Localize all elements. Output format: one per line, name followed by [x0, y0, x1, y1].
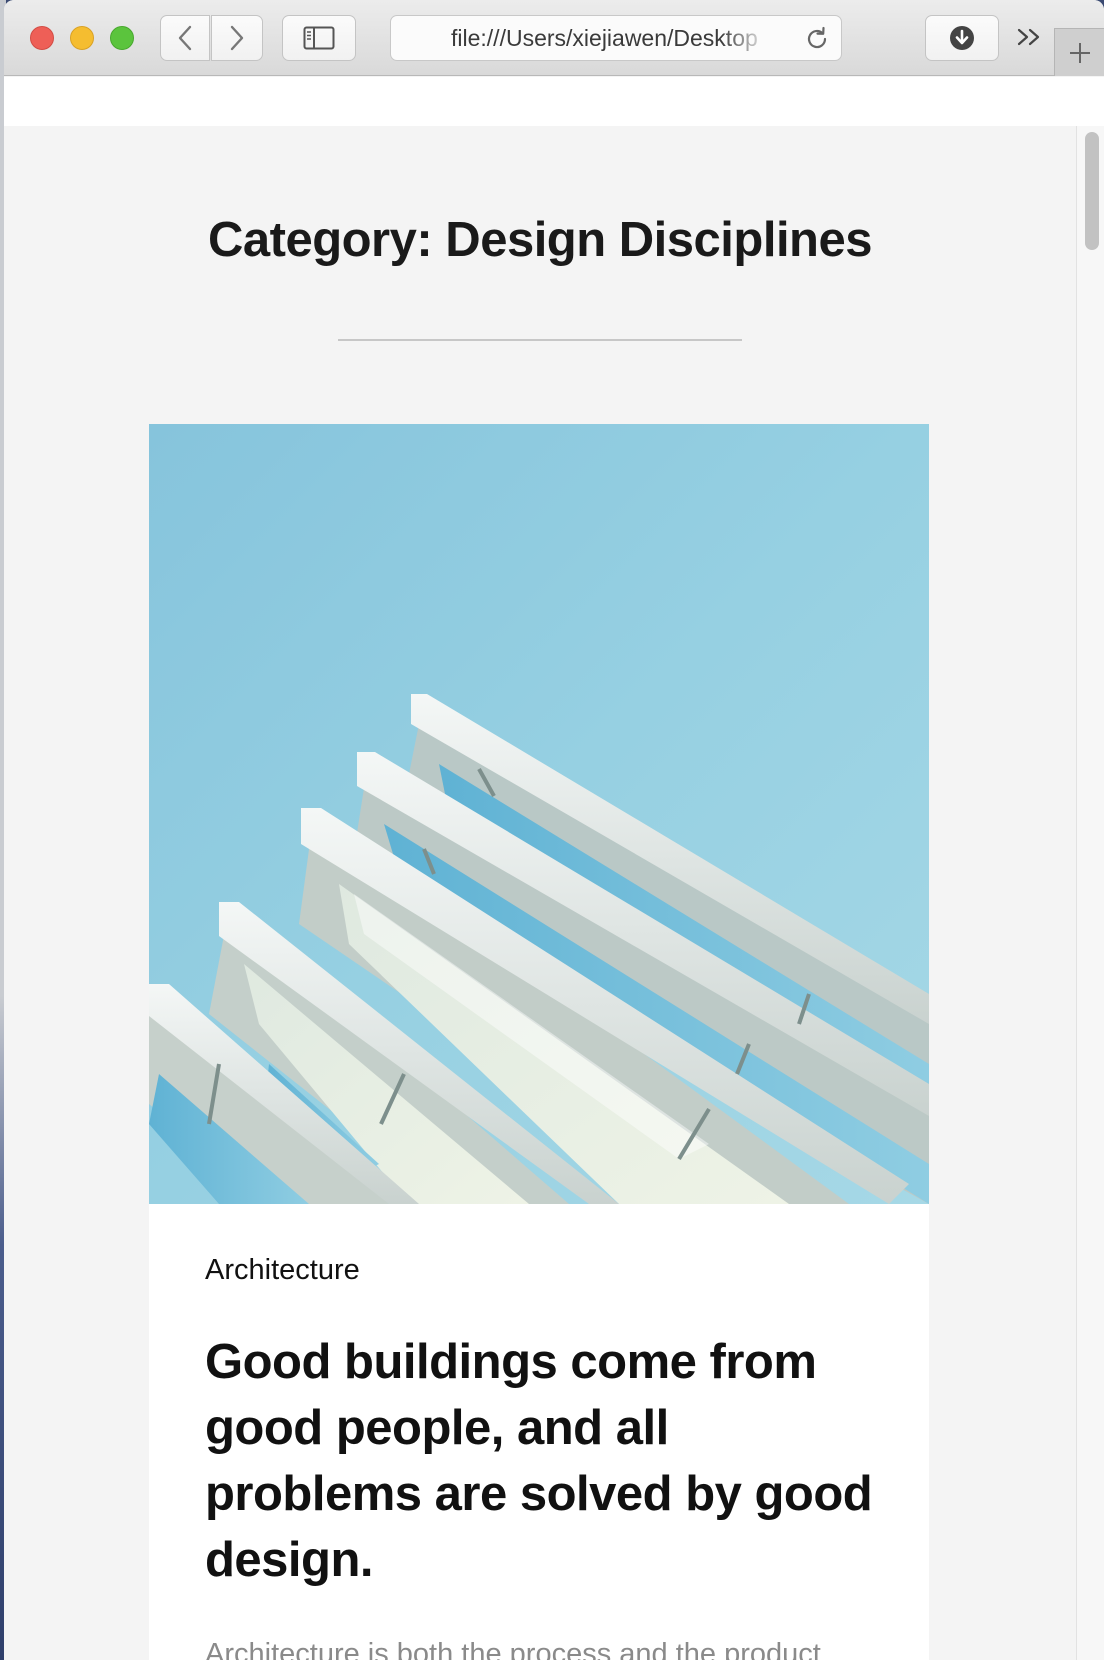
sidebar-icon [303, 26, 335, 50]
chevron-left-icon [178, 25, 192, 51]
new-tab-button[interactable] [1054, 28, 1104, 76]
minimize-window-button[interactable] [70, 26, 94, 50]
reload-icon[interactable] [803, 25, 831, 53]
url-text: file:///Users/xiejiawen/Desktop [451, 24, 758, 51]
post-card-body: Architecture Good buildings come from go… [205, 1254, 885, 1660]
post-featured-image[interactable] [149, 424, 929, 1204]
address-bar[interactable]: file:///Users/xiejiawen/Desktop [390, 15, 842, 61]
page-top-band [4, 77, 1104, 126]
post-category-link[interactable]: Architecture [205, 1254, 360, 1287]
page-title: Category: Design Disciplines [207, 213, 873, 267]
toolbar-overflow-button[interactable] [1014, 22, 1044, 52]
browser-toolbar: file:///Users/xiejiawen/Desktop [4, 0, 1104, 76]
vertical-scrollbar[interactable] [1076, 126, 1104, 1660]
post-excerpt: Architecture is both the process and the… [205, 1638, 821, 1660]
download-icon [950, 26, 974, 50]
forward-button[interactable] [211, 15, 263, 61]
page-content[interactable]: Category: Design Disciplines Architectur… [4, 126, 1076, 1660]
double-chevron-icon [1017, 28, 1040, 46]
title-divider [338, 339, 742, 341]
back-button[interactable] [160, 15, 210, 61]
post-title[interactable]: Good buildings come from good people, an… [205, 1329, 885, 1593]
browser-window: file:///Users/xiejiawen/Desktop Category… [4, 0, 1104, 1660]
downloads-button[interactable] [925, 15, 999, 61]
architecture-photo [149, 424, 929, 1204]
sidebar-button[interactable] [282, 15, 356, 61]
scrollbar-thumb[interactable] [1085, 132, 1099, 250]
chevron-right-icon [230, 25, 244, 51]
close-window-button[interactable] [30, 26, 54, 50]
zoom-window-button[interactable] [110, 26, 134, 50]
post-card: Architecture Good buildings come from go… [149, 424, 929, 1660]
plus-icon [1069, 42, 1090, 63]
